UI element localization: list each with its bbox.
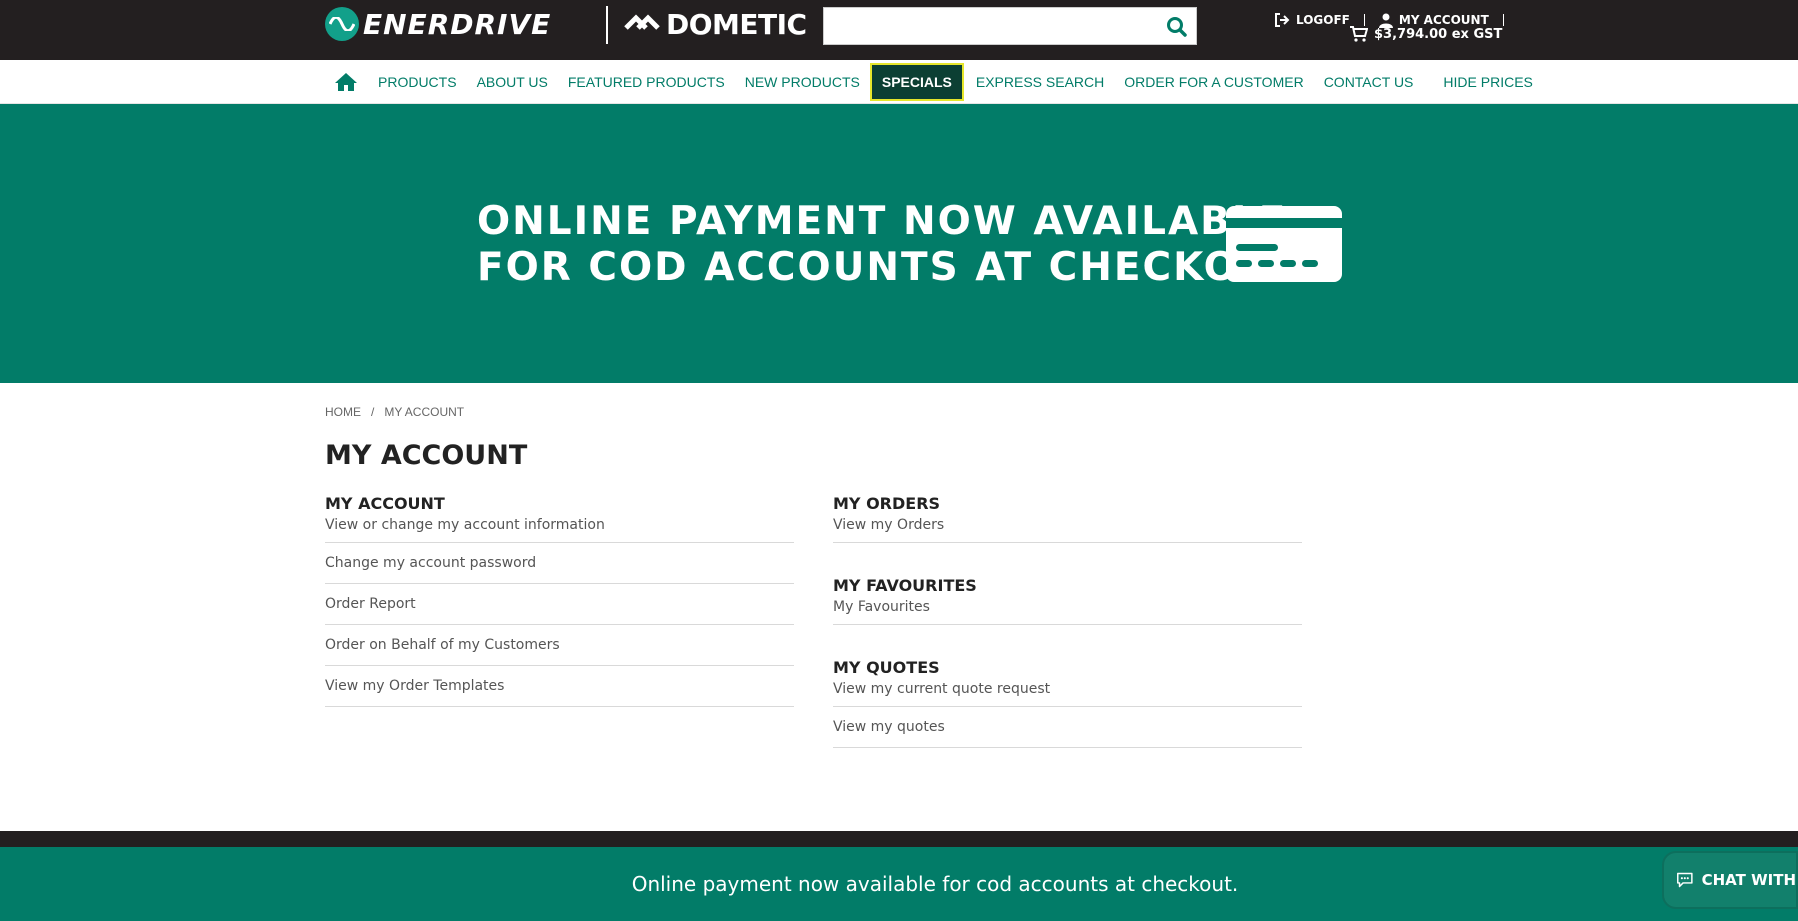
nav-products[interactable]: PRODUCTS [378,74,457,90]
order-on-behalf-link[interactable]: Order on Behalf of my Customers [325,625,794,666]
cart-total: $3,794.00 ex GST [1374,26,1503,42]
view-quotes-link[interactable]: View my quotes [833,707,1302,748]
search-input[interactable] [824,8,1154,44]
cart-link[interactable]: $3,794.00 ex GST [1350,25,1502,43]
enerdrive-wordmark: ENERDRIVE [363,7,552,41]
cart-icon [1350,26,1368,42]
logoff-link[interactable]: LOGOFF [1274,13,1350,27]
my-favourites-section: MY FAVOURITES My Favourites [833,576,1302,625]
my-account-heading: MY ACCOUNT [325,494,445,513]
header-separator [1502,14,1504,26]
main-nav: PRODUCTS ABOUT US FEATURED PRODUCTS NEW … [0,60,1798,104]
promo-banner[interactable]: ONLINE PAYMENT NOW AVAILABLE FOR COD ACC… [0,104,1798,383]
nav-featured-products[interactable]: FEATURED PRODUCTS [568,74,725,90]
order-templates-link[interactable]: View my Order Templates [325,666,794,707]
my-orders-heading: MY ORDERS [833,494,941,513]
view-account-info-link[interactable]: View or change my account information [325,514,794,543]
nav-specials[interactable]: SPECIALS [869,63,964,101]
payment-notice-text: Online payment now available for cod acc… [631,872,1239,896]
order-report-link[interactable]: Order Report [325,584,794,625]
search-icon [1167,17,1187,37]
page-title: MY ACCOUNT [325,440,528,471]
footer-strip [0,831,1798,847]
current-quote-request-link[interactable]: View my current quote request [833,678,1302,707]
dometic-logo[interactable]: DOMETIC [624,7,807,41]
my-orders-section: MY ORDERS View my Orders [833,494,1302,543]
nav-order-for-customer[interactable]: ORDER FOR A CUSTOMER [1124,74,1303,90]
nav-about-us[interactable]: ABOUT US [477,74,548,90]
breadcrumb-home[interactable]: HOME [325,405,361,419]
banner-headline: ONLINE PAYMENT NOW AVAILABLE FOR COD ACC… [477,199,1301,291]
payment-notice-bar: Online payment now available for cod acc… [0,847,1798,921]
my-quotes-heading: MY QUOTES [833,658,940,677]
nav-new-products[interactable]: NEW PRODUCTS [745,74,860,90]
home-icon [335,73,357,91]
my-favourites-link[interactable]: My Favourites [833,596,1302,625]
search-button[interactable] [1166,16,1188,38]
breadcrumb-current: MY ACCOUNT [384,405,465,419]
nav-contact-us[interactable]: CONTACT US [1324,74,1414,90]
my-quotes-section: MY QUOTES View my current quote request … [833,658,1302,748]
credit-card-icon [1226,206,1342,282]
my-favourites-heading: MY FAVOURITES [833,576,977,595]
enerdrive-wave-icon [325,7,359,41]
enerdrive-logo[interactable]: ENERDRIVE [325,7,551,41]
chat-label: CHAT WITH [1701,871,1796,889]
logo-divider [606,6,608,44]
chat-button[interactable]: CHAT WITH [1662,851,1798,909]
chat-icon [1677,872,1693,888]
logoff-label: LOGOFF [1296,13,1350,27]
my-account-section: MY ACCOUNT View or change my account inf… [325,494,794,707]
nav-home[interactable] [334,72,358,92]
orders-column: MY ORDERS View my Orders MY FAVOURITES M… [833,494,1302,783]
banner-line-2: FOR COD ACCOUNTS AT CHECKOUT [477,245,1302,290]
search-bar [823,7,1197,45]
change-password-link[interactable]: Change my account password [325,543,794,584]
nav-express-search[interactable]: EXPRESS SEARCH [976,74,1104,90]
breadcrumb-separator: / [371,405,375,419]
breadcrumb: HOME / MY ACCOUNT [325,405,464,419]
account-column: MY ACCOUNT View or change my account inf… [325,494,794,742]
top-header: ENERDRIVE DOMETIC LOGOFF MY ACCOUNT $3,7… [0,0,1798,60]
nav-hide-prices[interactable]: HIDE PRICES [1443,74,1532,90]
dometic-wordmark: DOMETIC [666,7,807,41]
dometic-chevron-icon [624,14,660,30]
view-orders-link[interactable]: View my Orders [833,514,1302,543]
banner-line-1: ONLINE PAYMENT NOW AVAILABLE [477,199,1288,244]
logout-icon [1275,13,1290,27]
